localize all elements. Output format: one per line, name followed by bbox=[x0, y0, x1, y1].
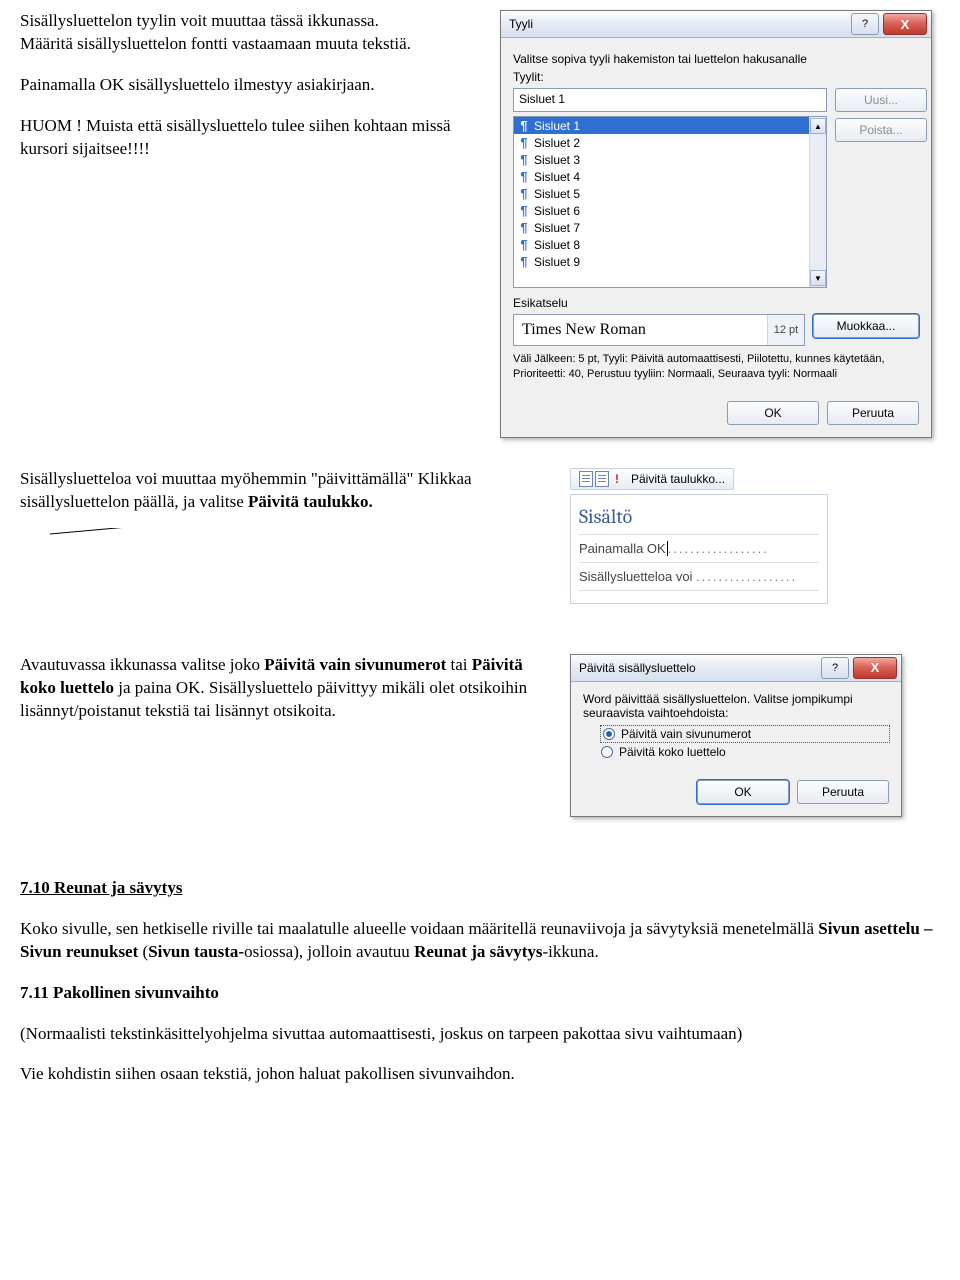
toc-heading: Sisältö bbox=[579, 505, 819, 528]
cancel-button[interactable]: Peruuta bbox=[797, 780, 889, 804]
doc-line: Painamalla OK bbox=[579, 541, 666, 556]
cancel-button[interactable]: Peruuta bbox=[827, 401, 919, 425]
style-description: Väli Jälkeen: 5 pt, Tyyli: Päivitä autom… bbox=[513, 352, 919, 383]
preview-size: 12 pt bbox=[767, 315, 804, 345]
leader-dots: .................. bbox=[696, 569, 797, 584]
scroll-down-icon[interactable]: ▼ bbox=[810, 270, 826, 286]
doc-line: Sisällysluetteloa voi bbox=[579, 569, 692, 584]
radio-icon bbox=[601, 746, 613, 758]
radio-label: Päivitä vain sivunumerot bbox=[621, 727, 751, 741]
pilcrow-icon: ¶ bbox=[518, 203, 530, 218]
body-bold: Päivitä taulukko. bbox=[248, 492, 373, 511]
delete-button[interactable]: Poista... bbox=[835, 118, 927, 142]
scroll-up-icon[interactable]: ▲ bbox=[810, 118, 826, 134]
intro-line: Määritä sisällysluettelon fontti vastaam… bbox=[20, 34, 411, 53]
list-item[interactable]: ¶Sisluet 8 bbox=[514, 236, 826, 253]
list-label: Tyylit: bbox=[513, 70, 919, 84]
body-text: osiossa), jolloin avautuu bbox=[244, 942, 414, 961]
body-text: Vie kohdistin siihen osaan tekstiä, joho… bbox=[20, 1063, 940, 1086]
update-icon bbox=[615, 472, 625, 486]
pilcrow-icon: ¶ bbox=[518, 254, 530, 269]
style-dialog: Tyyli ? X Valitse sopiva tyyli hakemisto… bbox=[500, 10, 932, 438]
update-toc-ribbon-button[interactable]: Päivitä taulukko... bbox=[570, 468, 734, 490]
help-button[interactable]: ? bbox=[851, 13, 879, 35]
ok-button[interactable]: OK bbox=[697, 780, 789, 804]
pilcrow-icon: ¶ bbox=[518, 152, 530, 167]
help-button[interactable]: ? bbox=[821, 657, 849, 679]
list-item[interactable]: ¶Sisluet 9 bbox=[514, 253, 826, 270]
intro-line: Sisällysluettelon tyylin voit muuttaa tä… bbox=[20, 11, 379, 30]
section-heading: 7.10 Reunat ja sävytys bbox=[20, 878, 182, 897]
body-bold: Reunat ja sävytys bbox=[414, 942, 542, 961]
body-text: Sisällysluetteloa voi muuttaa myöhemmin … bbox=[20, 469, 472, 511]
list-item[interactable]: ¶Sisluet 7 bbox=[514, 219, 826, 236]
list-item[interactable]: ¶Sisluet 5 bbox=[514, 185, 826, 202]
body-text: (Normaalisti tekstinkäsittelyohjelma siv… bbox=[20, 1023, 940, 1046]
new-button[interactable]: Uusi... bbox=[835, 88, 927, 112]
radio-icon bbox=[603, 728, 615, 740]
pilcrow-icon: ¶ bbox=[518, 169, 530, 184]
ribbon-label: Päivitä taulukko... bbox=[631, 472, 725, 486]
intro-line: Painamalla OK sisällysluettelo ilmestyy … bbox=[20, 74, 480, 97]
close-button[interactable]: X bbox=[883, 13, 927, 35]
pilcrow-icon: ¶ bbox=[518, 186, 530, 201]
preview-label: Esikatselu bbox=[513, 296, 919, 310]
toc-icon bbox=[579, 471, 609, 487]
leader-dots: .................. bbox=[668, 541, 769, 556]
radio-label: Päivitä koko luettelo bbox=[619, 745, 726, 759]
update-toc-dialog: Päivitä sisällysluettelo ? X Word päivit… bbox=[570, 654, 902, 817]
list-item[interactable]: ¶Sisluet 2 bbox=[514, 134, 826, 151]
scrollbar[interactable]: ▲ ▼ bbox=[809, 117, 826, 287]
list-item[interactable]: ¶Sisluet 1 bbox=[514, 117, 826, 134]
dialog-title: Tyyli bbox=[509, 17, 851, 31]
ok-button[interactable]: OK bbox=[727, 401, 819, 425]
pilcrow-icon: ¶ bbox=[518, 237, 530, 252]
body-bold: Päivitä vain sivunumerot bbox=[264, 655, 446, 674]
body-text: Avautuvassa ikkunassa valitse joko bbox=[20, 655, 264, 674]
preview-font-name: Times New Roman bbox=[514, 321, 767, 339]
modify-button[interactable]: Muokkaa... bbox=[813, 314, 919, 338]
pilcrow-icon: ¶ bbox=[518, 135, 530, 150]
body-text: Koko sivulle, sen hetkiselle riville tai… bbox=[20, 919, 818, 938]
current-style-field[interactable]: Sisluet 1 bbox=[513, 88, 827, 112]
close-button[interactable]: X bbox=[853, 657, 897, 679]
radio-update-entire[interactable]: Päivitä koko luettelo bbox=[601, 745, 889, 759]
pilcrow-icon: ¶ bbox=[518, 220, 530, 235]
radio-update-pagenumbers[interactable]: Päivitä vain sivunumerot bbox=[601, 726, 889, 742]
dialog-message: Word päivittää sisällysluettelon. Valits… bbox=[583, 692, 889, 720]
body-bold: Sivun tausta- bbox=[148, 942, 244, 961]
list-item[interactable]: ¶Sisluet 3 bbox=[514, 151, 826, 168]
list-item[interactable]: ¶Sisluet 6 bbox=[514, 202, 826, 219]
body-text: tai bbox=[446, 655, 472, 674]
body-text: -ikkuna. bbox=[543, 942, 599, 961]
dialog-title: Päivitä sisällysluettelo bbox=[579, 661, 821, 675]
list-item[interactable]: ¶Sisluet 4 bbox=[514, 168, 826, 185]
preview-box: Times New Roman 12 pt bbox=[513, 314, 805, 346]
pilcrow-icon: ¶ bbox=[518, 118, 530, 133]
style-listbox[interactable]: ¶Sisluet 1 ¶Sisluet 2 ¶Sisluet 3 ¶Sislue… bbox=[513, 116, 827, 288]
intro-huom: HUOM ! bbox=[20, 116, 86, 135]
instruction-label: Valitse sopiva tyyli hakemiston tai luet… bbox=[513, 52, 919, 66]
doc-preview: Sisältö Painamalla OK.................. … bbox=[570, 494, 828, 604]
section-heading: 7.11 Pakollinen sivunvaihto bbox=[20, 983, 219, 1002]
